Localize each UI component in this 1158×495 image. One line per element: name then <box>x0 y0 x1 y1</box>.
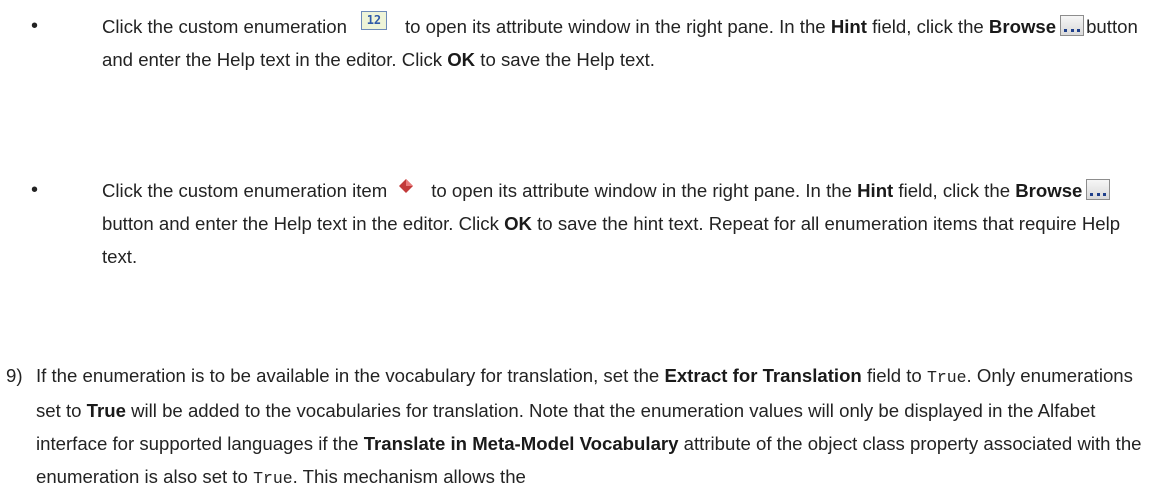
step-text: If the enumeration is to be available in… <box>36 359 1151 495</box>
bullet-text: Click the custom enumeration 12 to open it… <box>102 10 1152 76</box>
text-segment: . This mechanism allows the <box>292 466 526 487</box>
browse-button-icon <box>1060 14 1085 36</box>
bullet-dot: • <box>31 179 39 201</box>
enumeration-icon: 12 <box>360 10 387 30</box>
text-segment: button and enter the Help text in the ed… <box>102 213 499 234</box>
text-segment: to open its attribute window in the righ… <box>404 16 826 37</box>
hint-term: Hint <box>830 16 867 37</box>
browse-button-icon <box>1086 178 1111 200</box>
text-segment: to save the Help text. <box>480 49 655 70</box>
bullet-text: Click the custom enumeration item to open… <box>102 174 1152 273</box>
text-segment: field, click the <box>872 16 984 37</box>
bullet-dot: • <box>31 15 39 37</box>
extract-for-translation-term: Extract for Translation <box>664 365 862 386</box>
text-segment: If the enumeration is to be available in… <box>36 365 660 386</box>
text-segment: to open its attribute window in the righ… <box>431 180 852 201</box>
text-segment: Click the custom enumeration <box>102 16 347 37</box>
hint-term: Hint <box>857 180 894 201</box>
enumeration-icon-label: 12 <box>366 12 382 27</box>
text-segment: field to <box>866 365 922 386</box>
browse-term: Browse <box>988 16 1057 37</box>
text-segment: Click the custom enumeration item <box>102 180 388 201</box>
browse-term: Browse <box>1015 180 1083 201</box>
enumeration-item-icon <box>399 179 414 194</box>
text-segment: field, click the <box>898 180 1011 201</box>
step-number: 9) <box>6 365 23 386</box>
translate-vocabulary-term: Translate in Meta-Model Vocabulary <box>363 433 679 454</box>
code-true: True <box>253 469 293 488</box>
true-term: True <box>86 400 126 421</box>
code-true: True <box>926 368 967 387</box>
ok-term: OK <box>447 49 476 70</box>
ok-term: OK <box>504 213 532 234</box>
document-page: • Click the custom enumeration 12 to open … <box>0 0 1158 488</box>
